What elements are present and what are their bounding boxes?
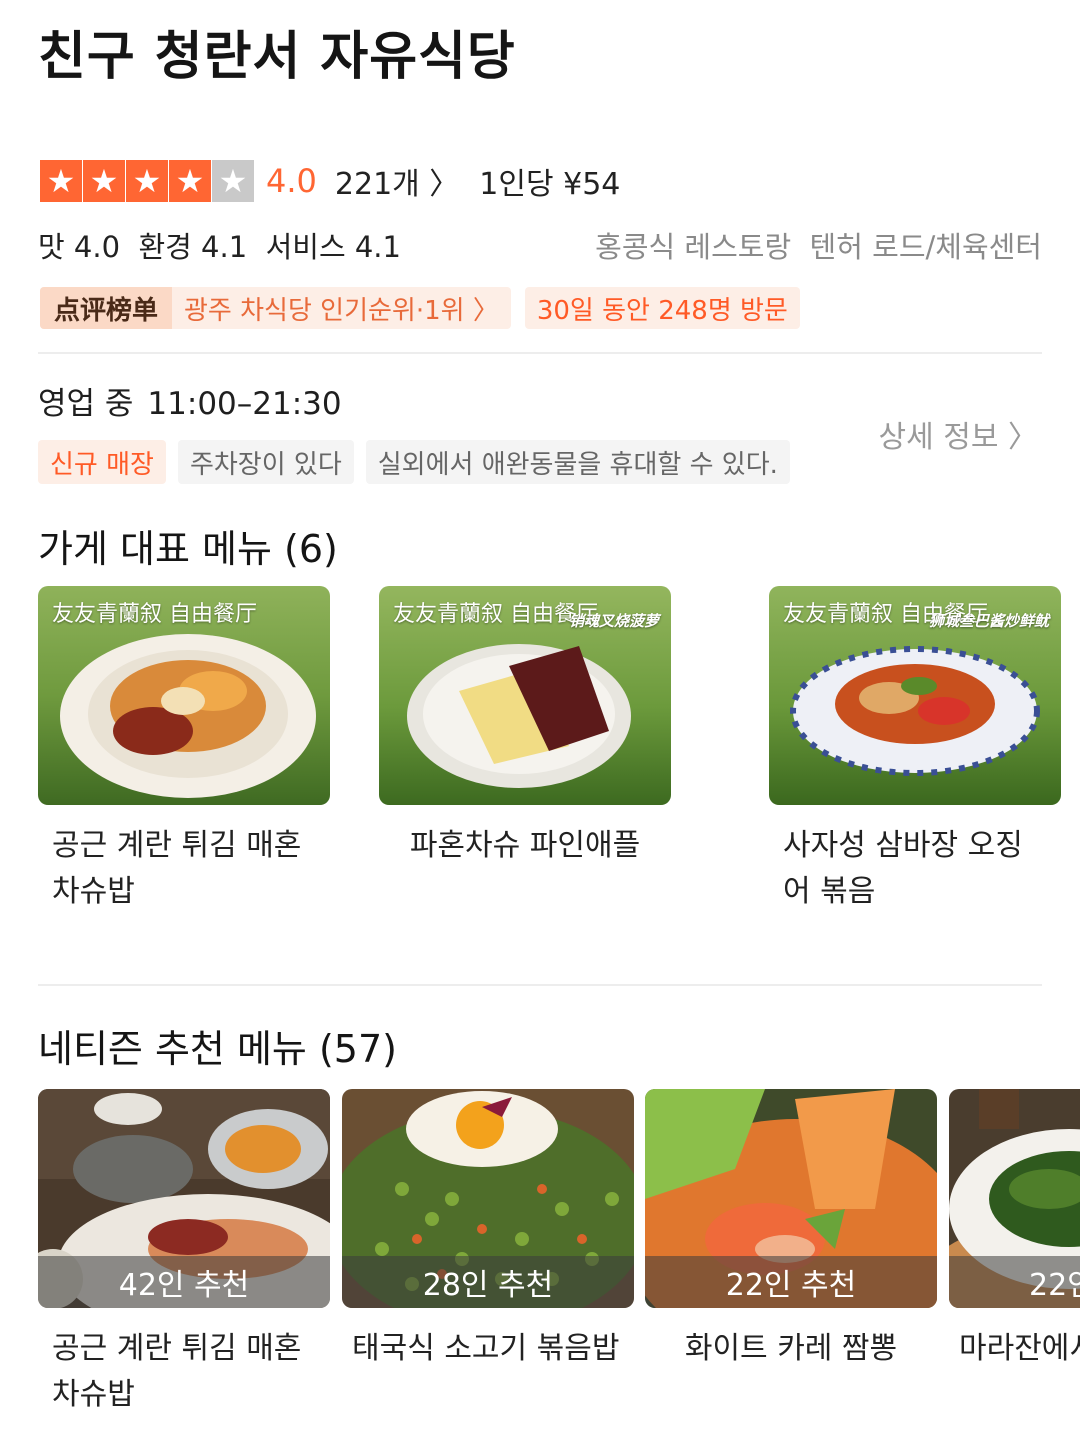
- recommend-count: 42인 추천: [38, 1256, 330, 1308]
- star-icon: ★: [126, 160, 168, 202]
- food-image: 42인 추천: [38, 1089, 330, 1308]
- ranking-badge[interactable]: 点评榜单 광주 차식당 인기순위·1위 〉: [40, 287, 511, 329]
- star-rating: ★ ★ ★ ★ ★: [40, 160, 254, 202]
- menu-item-name: 파혼차슈 파인애플: [409, 828, 641, 863]
- recommend-count: 22인 추천: [949, 1256, 1080, 1308]
- dish-watermark: 销魂叉烧菠萝: [568, 612, 659, 630]
- dish-watermark: 狮城叁巴酱炒鲜鱿: [928, 612, 1049, 630]
- menu-item-name: 공근 계란 튀김 매혼 차슈밥: [52, 1331, 302, 1412]
- food-image: 22인 추천: [645, 1089, 937, 1308]
- recommended-menu-item[interactable]: 28인 추천 태국식 소고기 볶음밥: [342, 1089, 634, 1372]
- food-image: 友友青蘭叙 自由餐厅 狮城叁巴酱炒鲜鱿: [769, 586, 1061, 805]
- category-location: 홍콩식 레스토랑 텐허 로드/체육센터: [595, 230, 1042, 264]
- signature-menu-item[interactable]: 友友青蘭叙 自由餐厅 공근 계란 튀김 매혼 차슈밥: [38, 586, 330, 915]
- price-per-person: 1인당 ¥54: [479, 167, 621, 202]
- sub-info-row: 맛 4.0 환경 4.1 서비스 4.1 홍콩식 레스토랑 텐허 로드/체육센터: [38, 222, 1042, 268]
- recommend-count: 28인 추천: [342, 1256, 634, 1308]
- food-image: 友友青蘭叙 自由餐厅: [38, 586, 330, 805]
- brand-watermark: 友友青蘭叙 自由餐厅: [393, 602, 598, 627]
- sub-scores: 맛 4.0 환경 4.1 서비스 4.1: [38, 230, 401, 264]
- restaurant-name: 친구 청란서 자유식당: [38, 27, 516, 87]
- visit-badge: 30일 동안 248명 방문: [524, 287, 800, 329]
- detail-info-link[interactable]: 상세 정보 〉: [879, 412, 1038, 456]
- food-image: 28인 추천: [342, 1089, 634, 1308]
- food-image: 22인 추천: [949, 1089, 1080, 1308]
- star-icon: ★: [40, 160, 82, 202]
- signature-menu-title: 가게 대표 메뉴 (6): [38, 527, 338, 571]
- menu-item-name: 화이트 카레 짬뽕: [684, 1331, 898, 1366]
- brand-watermark: 友友青蘭叙 自由餐厅: [52, 602, 257, 627]
- ranking-logo: 点评榜单: [40, 287, 173, 329]
- star-icon: ★: [83, 160, 125, 202]
- feature-tags: 신규 매장 주차장이 있다 실외에서 애완동물을 휴대할 수 있다.: [38, 440, 790, 484]
- divider: [38, 352, 1042, 354]
- rating-row[interactable]: ★ ★ ★ ★ ★ 4.0 221개 〉 1인당 ¥54: [40, 160, 620, 202]
- signature-menu-item[interactable]: 友友青蘭叙 自由餐厅 狮城叁巴酱炒鲜鱿 사자성 삼바장 오징어 볶음: [769, 586, 1061, 915]
- recommended-menu-title: 네티즌 추천 메뉴 (57): [38, 1027, 397, 1071]
- review-count-link[interactable]: 221개 〉: [335, 159, 459, 203]
- recommended-menu-item[interactable]: 22인 추천 마라잔에서 야채를 볶: [949, 1089, 1080, 1372]
- recommended-menu-item[interactable]: 22인 추천 화이트 카레 짬뽕: [645, 1089, 937, 1372]
- tag-parking: 주차장이 있다: [177, 440, 354, 484]
- tag-new-store: 신규 매장: [38, 440, 166, 484]
- star-empty-icon: ★: [212, 160, 254, 202]
- menu-item-name: 공근 계란 튀김 매혼 차슈밥: [52, 828, 302, 909]
- open-status: 영업 중: [38, 386, 134, 422]
- menu-item-name: 태국식 소고기 볶음밥: [352, 1331, 620, 1366]
- menu-item-name: 사자성 삼바장 오징어 볶음: [783, 828, 1023, 909]
- open-time: 11:00–21:30: [147, 386, 342, 422]
- ranking-text: 광주 차식당 인기순위·1위 〉: [184, 295, 499, 326]
- recommend-count: 22인 추천: [645, 1256, 937, 1308]
- star-icon: ★: [169, 160, 211, 202]
- opening-hours: 영업 중 11:00–21:30: [38, 378, 342, 423]
- recommended-menu-item[interactable]: 42인 추천 공근 계란 튀김 매혼 차슈밥: [38, 1089, 330, 1418]
- signature-menu-item[interactable]: 友友青蘭叙 自由餐厅 销魂叉烧菠萝 파혼차슈 파인애플: [379, 586, 671, 869]
- tag-pets: 실외에서 애완동물을 휴대할 수 있다.: [365, 440, 790, 484]
- divider: [38, 984, 1042, 986]
- badge-row: 点评榜单 광주 차식당 인기순위·1위 〉 30일 동안 248명 방문: [40, 287, 800, 329]
- rating-score: 4.0: [266, 162, 317, 200]
- menu-item-name: 마라잔에서 야채를 볶: [959, 1331, 1080, 1366]
- food-image: 友友青蘭叙 自由餐厅 销魂叉烧菠萝: [379, 586, 671, 805]
